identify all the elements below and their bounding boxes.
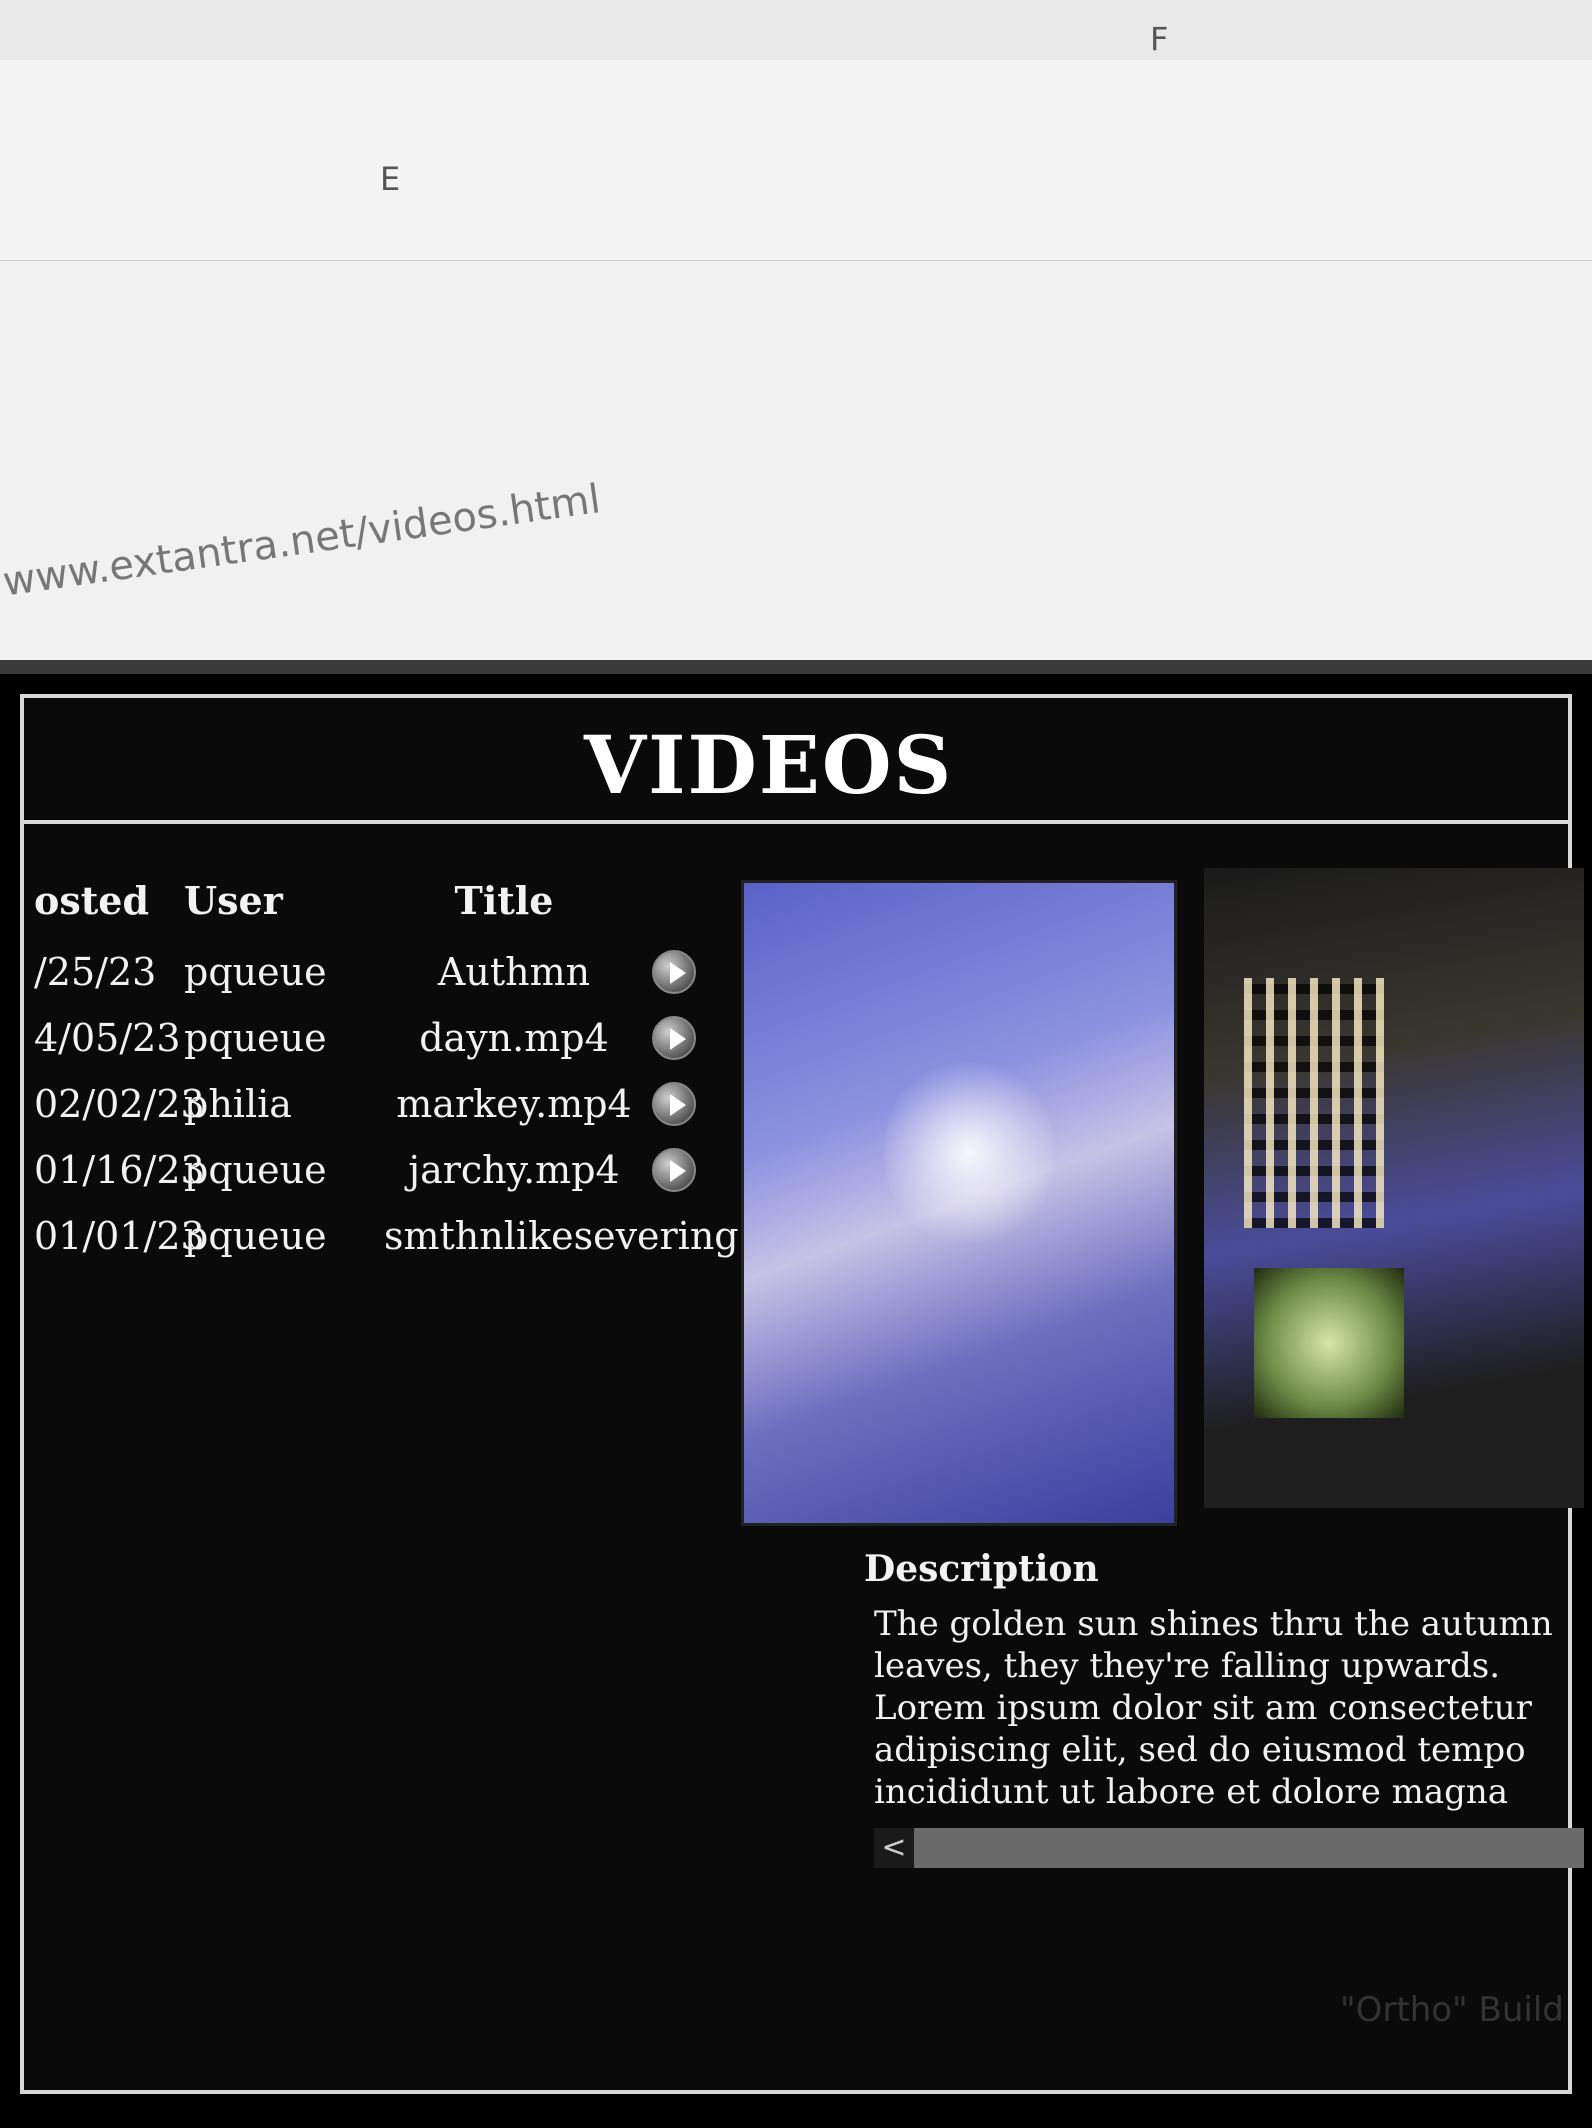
- cell-title[interactable]: smthnlikesevering: [384, 1214, 739, 1258]
- play-icon[interactable]: [652, 1016, 696, 1060]
- table-row: 01/16/23 pqueue jarchy.mp4: [34, 1137, 714, 1203]
- cell-title[interactable]: dayn.mp4: [384, 1016, 644, 1060]
- thumbnail-green-area: [1254, 1268, 1404, 1418]
- description-text: The golden sun shines thru the autumn le…: [874, 1604, 1553, 1812]
- footer-text: "Ortho" Build: [1340, 1990, 1564, 2030]
- cell-user: philia: [184, 1082, 292, 1126]
- column-header-f[interactable]: F: [1150, 20, 1168, 58]
- cell-posted: 02/02/23: [34, 1082, 205, 1126]
- header-title: Title: [454, 878, 554, 923]
- play-icon[interactable]: [652, 1082, 696, 1126]
- cell-title[interactable]: Authmn: [384, 950, 644, 994]
- description-heading: Description: [864, 1548, 1099, 1590]
- header-posted: osted: [34, 878, 150, 923]
- video-thumbnail[interactable]: [1204, 868, 1584, 1508]
- video-page: VIDEOS osted User Title /25/23 pqueue Au…: [0, 660, 1592, 2128]
- cell-title[interactable]: jarchy.mp4: [384, 1148, 644, 1192]
- table-row: /25/23 pqueue Authmn: [34, 939, 714, 1005]
- table-header: osted User Title: [34, 878, 714, 923]
- play-icon[interactable]: [652, 1148, 696, 1192]
- cell-posted: 01/16/23: [34, 1148, 205, 1192]
- cell-posted: 01/01/23: [34, 1214, 205, 1258]
- column-header-e[interactable]: E: [380, 160, 400, 198]
- page-title: VIDEOS: [584, 718, 954, 812]
- spreadsheet-area: E F www.extantra.net/videos.html: [0, 0, 1592, 660]
- videos-table: osted User Title /25/23 pqueue Authmn 4/…: [34, 878, 739, 1269]
- cell-posted: 4/05/23: [34, 1016, 181, 1060]
- play-icon[interactable]: [652, 950, 696, 994]
- cell-user: pqueue: [184, 950, 327, 994]
- sheet-row-1: [0, 0, 1592, 61]
- url-text[interactable]: www.extantra.net/videos.html: [0, 476, 603, 605]
- cell-user: pqueue: [184, 1148, 327, 1192]
- sheet-row-2: [0, 60, 1592, 261]
- cell-user: pqueue: [184, 1016, 327, 1060]
- table-row: 01/01/23 pqueue smthnlikesevering: [34, 1203, 739, 1269]
- thumbnail-lights: [1244, 978, 1384, 1228]
- thumbnail-highlight: [884, 1053, 1054, 1253]
- table-row: 02/02/23 philia markey.mp4: [34, 1071, 714, 1137]
- page-frame: VIDEOS osted User Title /25/23 pqueue Au…: [20, 694, 1584, 2094]
- table-row: 4/05/23 pqueue dayn.mp4: [34, 1005, 714, 1071]
- horizontal-scrollbar[interactable]: <: [874, 1828, 1584, 1868]
- header-user: User: [184, 878, 283, 923]
- title-divider: [24, 820, 1568, 824]
- cell-user: pqueue: [184, 1214, 327, 1258]
- video-thumbnail[interactable]: [744, 883, 1174, 1523]
- scroll-left-icon[interactable]: <: [874, 1828, 914, 1868]
- cell-title[interactable]: markey.mp4: [384, 1082, 644, 1126]
- cell-posted: /25/23: [34, 950, 157, 994]
